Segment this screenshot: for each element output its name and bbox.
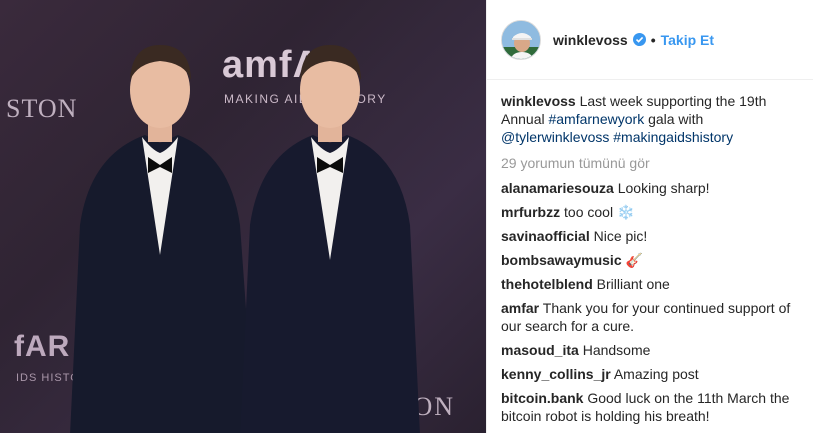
post-header: winklevoss • Takip Et xyxy=(487,0,813,80)
post-photo[interactable]: amfAR MAKING AIDS HISTORY STON fAR IDS H… xyxy=(0,0,486,433)
comment: amfar Thank you for your continued suppo… xyxy=(501,299,799,335)
comment-username[interactable]: masoud_ita xyxy=(501,342,579,358)
comment: mrfurbzz too cool ❄️ xyxy=(501,203,799,221)
comment-username[interactable]: alanamariesouza xyxy=(501,180,614,196)
caption-text-2: gala with xyxy=(648,111,704,127)
comment-text: Looking sharp! xyxy=(617,180,710,196)
comment: kenny_collins_jr Amazing post xyxy=(501,365,799,383)
comments-list: winklevoss Last week supporting the 19th… xyxy=(487,80,813,425)
person-left xyxy=(70,45,255,433)
comment-text: Thank you for your continued support of … xyxy=(501,300,791,334)
comment: bitcoin.bank Good luck on the 11th March… xyxy=(501,389,799,425)
comment-username[interactable]: bombsawaymusic xyxy=(501,252,622,268)
post-viewer: amfAR MAKING AIDS HISTORY STON fAR IDS H… xyxy=(0,0,813,433)
caption-hashtag-makingaidshistory[interactable]: #makingaidshistory xyxy=(613,129,733,145)
avatar-image xyxy=(502,20,540,59)
view-all-comments-link[interactable]: 29 yorumun tümünü gör xyxy=(501,154,799,172)
comment-text: Nice pic! xyxy=(593,228,648,244)
comment-text: Brilliant one xyxy=(596,276,670,292)
header-user-row: winklevoss • Takip Et xyxy=(553,32,714,48)
comment-username[interactable]: amfar xyxy=(501,300,539,316)
follow-button[interactable]: Takip Et xyxy=(661,32,714,48)
caption-hashtag-amfarnewyork[interactable]: #amfarnewyork xyxy=(548,111,644,127)
comment-username[interactable]: savinaofficial xyxy=(501,228,590,244)
comment-username[interactable]: bitcoin.bank xyxy=(501,390,583,406)
caption-mention[interactable]: @tylerwinklevoss xyxy=(501,129,609,145)
comment: masoud_ita Handsome xyxy=(501,341,799,359)
comment-username[interactable]: mrfurbzz xyxy=(501,204,560,220)
comment: alanamariesouza Looking sharp! xyxy=(501,179,799,197)
comment-text: Amazing post xyxy=(613,366,699,382)
comment-username[interactable]: kenny_collins_jr xyxy=(501,366,611,382)
person-right xyxy=(240,45,420,433)
verified-badge-icon xyxy=(632,33,646,46)
comment-text: too cool ❄️ xyxy=(564,204,635,220)
header-username[interactable]: winklevoss xyxy=(553,32,628,48)
comment: savinaofficial Nice pic! xyxy=(501,227,799,245)
separator-dot: • xyxy=(650,31,656,48)
comment: thehotelblend Brilliant one xyxy=(501,275,799,293)
post-caption: winklevoss Last week supporting the 19th… xyxy=(501,92,799,146)
avatar[interactable] xyxy=(501,19,541,60)
post-sidebar: winklevoss • Takip Et winklevoss Last we… xyxy=(486,0,813,433)
comment-text: 🎸 xyxy=(625,252,643,268)
comment-text: Handsome xyxy=(582,342,651,358)
comment-username[interactable]: thehotelblend xyxy=(501,276,593,292)
caption-username[interactable]: winklevoss xyxy=(501,93,576,109)
comment: bombsawaymusic 🎸 xyxy=(501,251,799,269)
